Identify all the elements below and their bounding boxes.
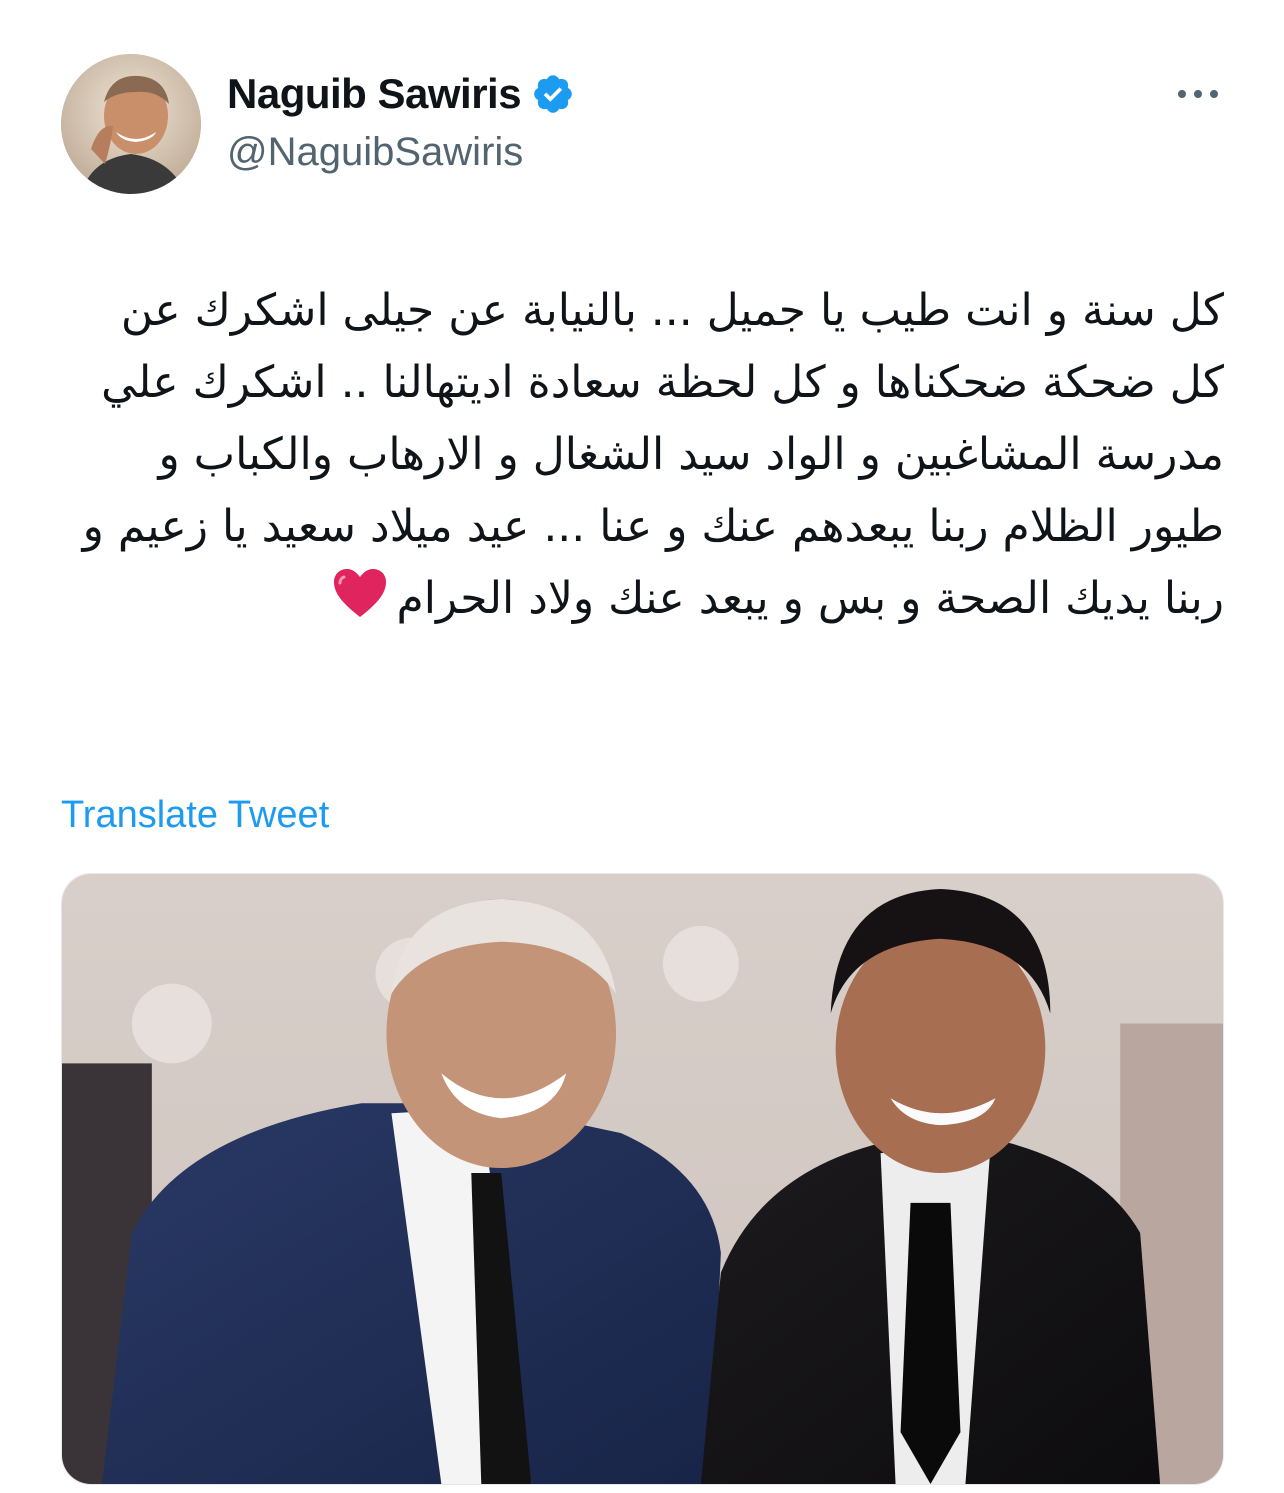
translate-tweet-link[interactable]: Translate Tweet (61, 790, 329, 840)
photo-image (62, 874, 1223, 1484)
tweet-body: كل سنة و انت طيب يا جميل ... بالنيابة عن… (82, 285, 1224, 624)
author-avatar[interactable] (61, 54, 201, 194)
more-horizontal-icon (1178, 90, 1218, 98)
tweet-card: Naguib Sawiris @NaguibSawiris كل سنة و ا… (0, 0, 1284, 1493)
heart-icon (334, 569, 387, 617)
more-options-button[interactable] (1170, 72, 1226, 116)
verified-badge-icon (534, 75, 572, 113)
author-name-row: Naguib Sawiris (227, 70, 575, 118)
author-display-name[interactable]: Naguib Sawiris (227, 70, 522, 118)
author-handle[interactable]: @NaguibSawiris (227, 128, 523, 176)
tweet-media-photo[interactable] (61, 873, 1224, 1485)
tweet-text: كل سنة و انت طيب يا جميل ... بالنيابة عن… (62, 275, 1224, 635)
avatar-photo (61, 54, 201, 194)
